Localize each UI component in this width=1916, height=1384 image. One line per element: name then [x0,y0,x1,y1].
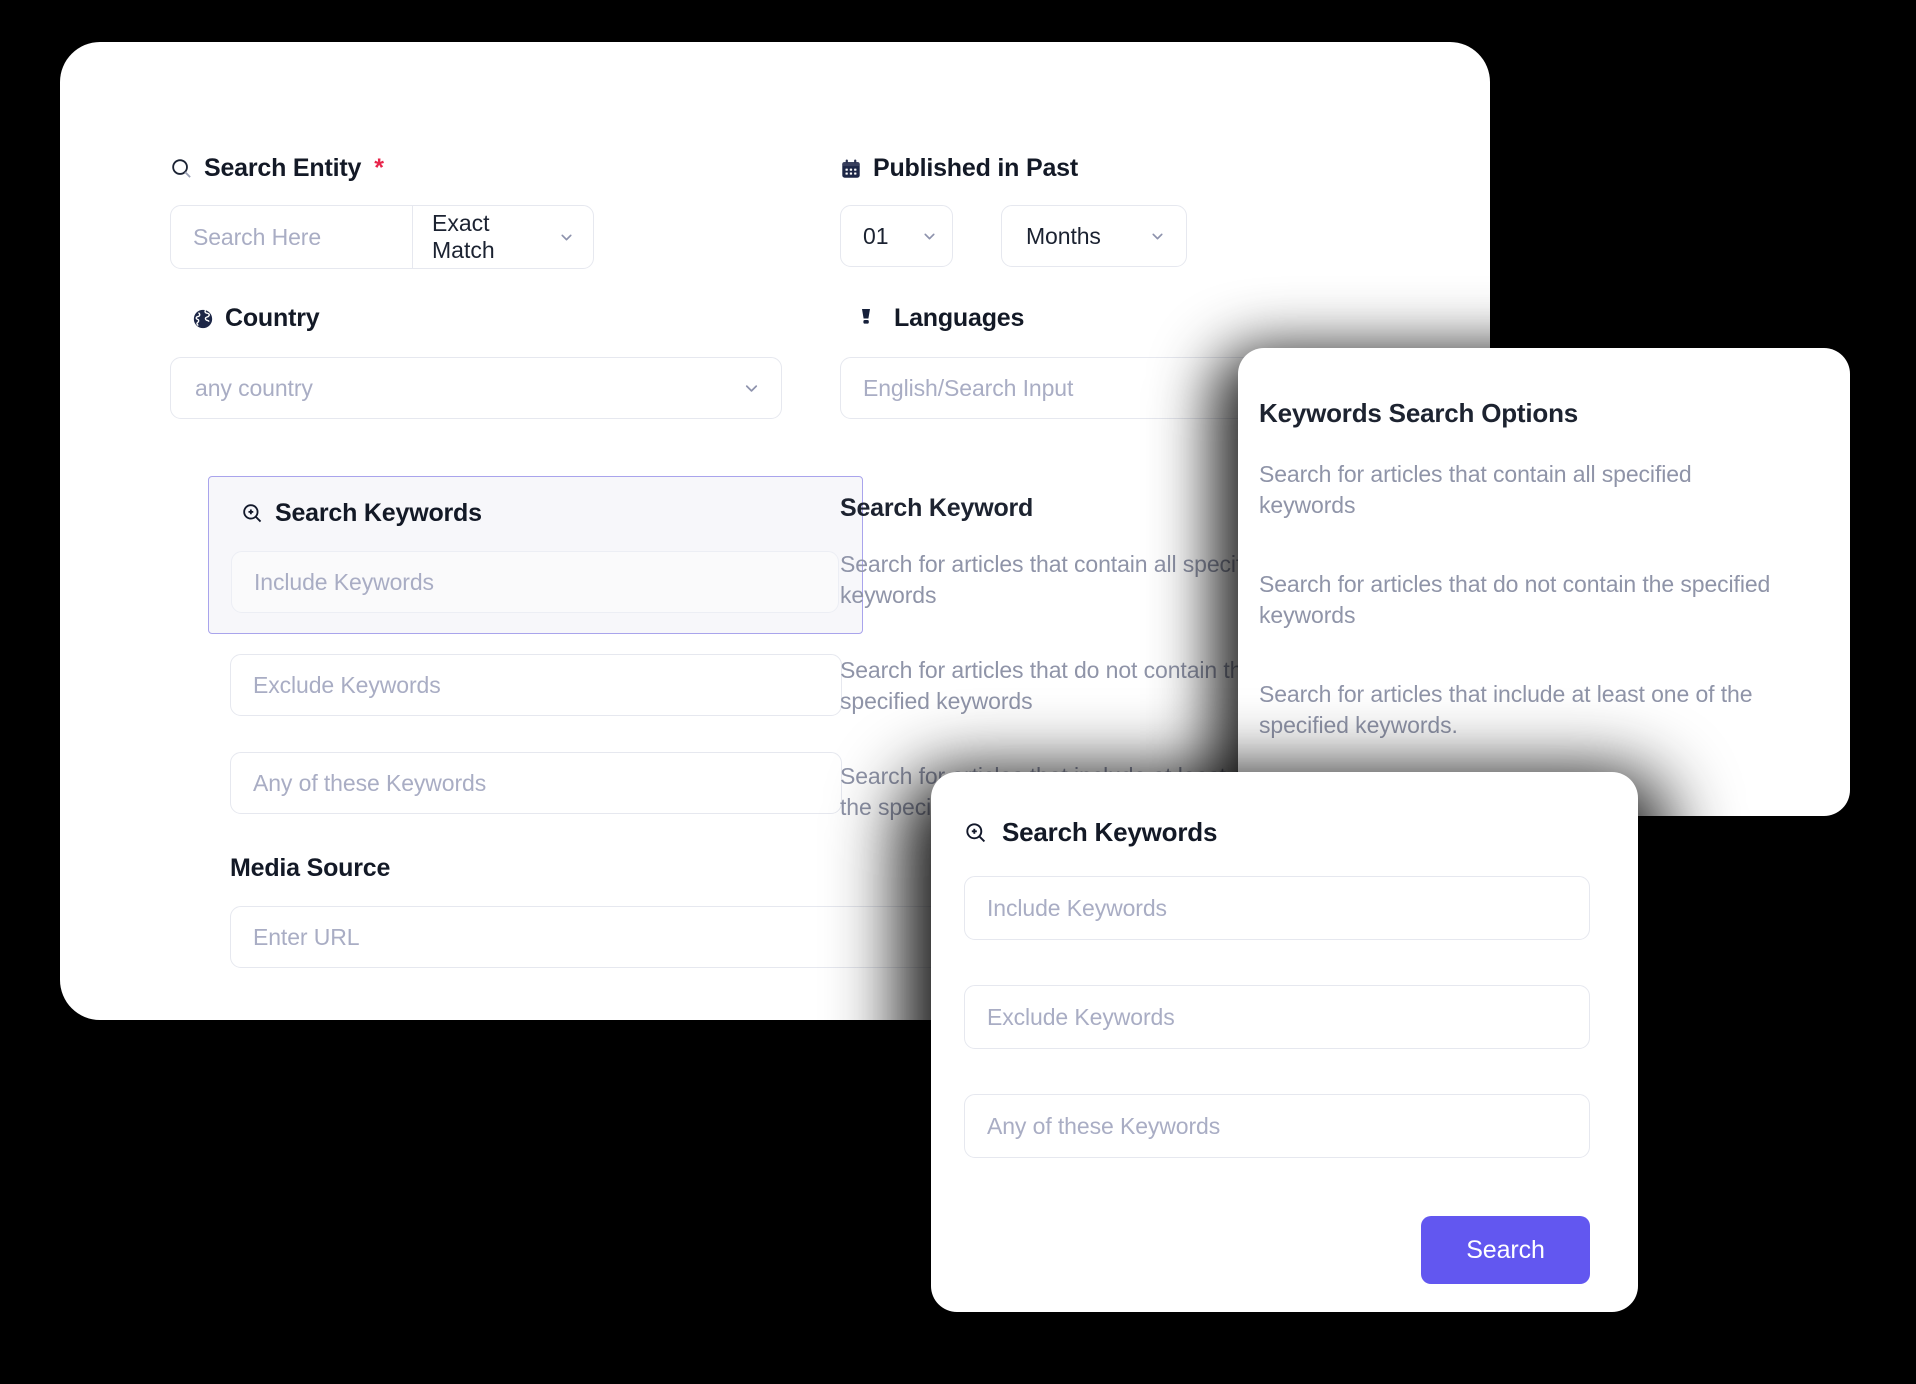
published-unit-value: Months [1026,222,1101,249]
languages-label: Languages [840,304,1452,333]
search-icon [170,157,193,180]
zoom-in-icon [241,502,264,525]
screenshot-root: Search Entity * Search Here Exact Match [0,0,1916,1384]
modal-actions: Search [964,1216,1590,1284]
search-entity-label-text: Search Entity [204,154,362,182]
language-icon [861,307,872,331]
search-entity-combo[interactable]: Search Here Exact Match [170,205,594,269]
include-keywords-input[interactable]: Include Keywords [231,551,839,613]
options-panel-content: Keywords Search Options Search for artic… [1259,398,1819,741]
search-button[interactable]: Search [1421,1216,1590,1284]
published-in-past-label-text: Published in Past [873,154,1078,182]
globe-icon [192,308,214,330]
exclude-keywords-input[interactable]: Exclude Keywords [230,654,842,716]
country-value: any country [195,374,313,401]
options-panel-title: Keywords Search Options [1259,398,1579,428]
modal-title-row: Search Keywords [964,817,1605,848]
match-mode-select[interactable]: Exact Match [412,206,593,268]
search-entity-field-group: Search Entity * Search Here Exact Match [170,154,594,269]
search-keywords-label: Search Keywords [231,499,840,528]
options-panel-item: Search for articles that contain all spe… [1259,461,1692,519]
keywords-search-options-panel: Keywords Search Options Search for artic… [1238,348,1850,816]
exclude-keywords-wrap: Exclude Keywords [230,654,842,716]
country-field-group: Country any country [170,304,782,419]
options-panel-item: Search for articles that do not contain … [1259,571,1771,629]
published-in-past-label: Published in Past [840,154,1187,183]
languages-label-text: Languages [894,304,1025,332]
modal-title-text: Search Keywords [1002,817,1218,847]
modal-any-keywords-placeholder: Any of these Keywords [987,1112,1221,1139]
zoom-in-icon [964,821,988,845]
modal-include-keywords-input[interactable]: Include Keywords [964,876,1590,940]
match-mode-value: Exact Match [432,210,495,263]
search-keywords-label-text: Search Keywords [275,499,482,527]
modal-include-keywords-placeholder: Include Keywords [987,894,1167,921]
any-keywords-input[interactable]: Any of these Keywords [230,752,842,814]
chevron-down-icon [558,229,575,246]
country-label-text: Country [225,304,320,332]
search-entity-label: Search Entity * [170,154,594,183]
modal-exclude-keywords-input[interactable]: Exclude Keywords [964,985,1590,1049]
modal-exclude-keywords-placeholder: Exclude Keywords [987,1003,1175,1030]
media-source-placeholder: Enter URL [253,923,360,950]
search-entity-input[interactable]: Search Here [171,206,412,268]
calendar-icon [840,158,862,180]
chevron-down-icon [742,379,761,398]
published-unit-select[interactable]: Months [1001,205,1187,267]
published-in-past-group: Published in Past 01 Months [840,154,1187,267]
chevron-down-icon [1149,228,1166,245]
search-keywords-modal: Search Keywords Include Keywords Exclude… [931,772,1638,1312]
required-asterisk: * [374,154,384,182]
include-keywords-placeholder: Include Keywords [254,568,434,595]
modal-content: Search Keywords Include Keywords Exclude… [964,817,1605,1284]
options-panel-item: Search for articles that include at leas… [1259,681,1753,739]
any-keywords-placeholder: Any of these Keywords [253,769,487,796]
modal-any-keywords-input[interactable]: Any of these Keywords [964,1094,1590,1158]
chevron-down-icon [921,228,938,245]
country-label: Country [170,304,782,333]
published-amount-value: 01 [863,222,889,249]
published-in-past-controls: 01 Months [840,205,1187,267]
published-amount-select[interactable]: 01 [840,205,953,267]
search-keywords-highlight-group: Search Keywords Include Keywords [208,476,863,634]
exclude-keywords-placeholder: Exclude Keywords [253,671,441,698]
languages-placeholder: English/Search Input [863,374,1074,401]
country-select[interactable]: any country [170,357,782,419]
any-keywords-wrap: Any of these Keywords [230,752,842,814]
